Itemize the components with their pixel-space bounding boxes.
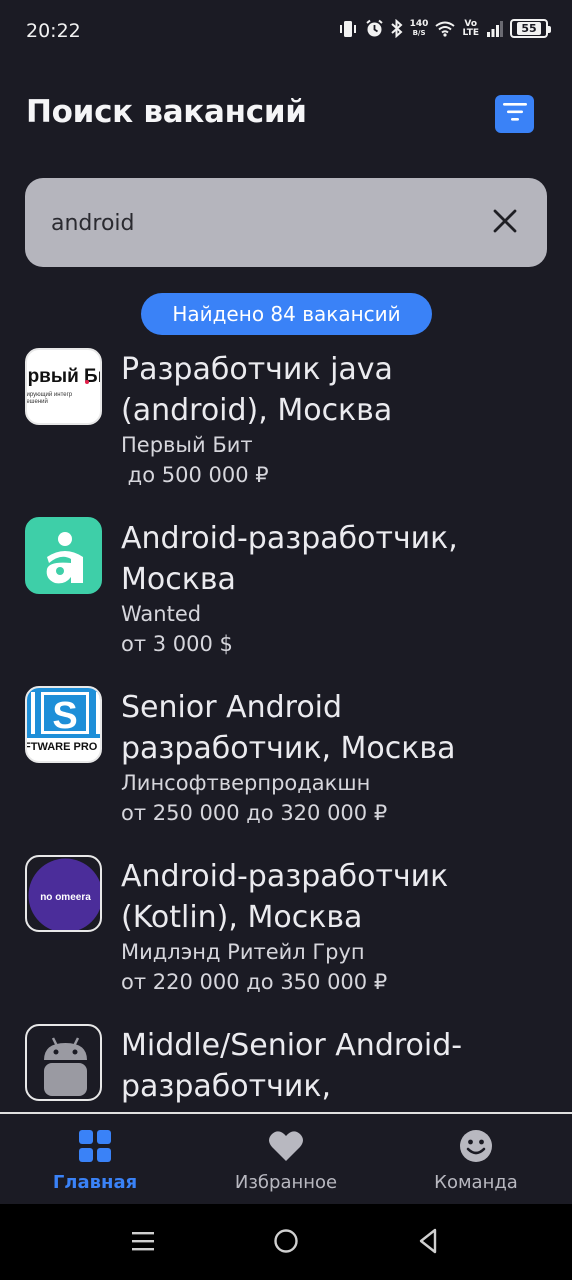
page-title: Поиск вакансий (26, 94, 307, 130)
vacancy-title: Android-разработчик, Москва (121, 521, 458, 597)
clear-search-button[interactable] (491, 209, 519, 237)
status-icons: 140 B/S Vo LTE 55 (338, 18, 551, 38)
status-time: 20:22 (26, 20, 81, 42)
net-speed-value: 140 (409, 18, 429, 29)
company-logo (25, 517, 102, 594)
vacancy-title: Разработчик java (android), Москва (121, 352, 393, 428)
recents-button[interactable] (128, 1228, 158, 1258)
vacancy-company: Мидлэнд Ритейл Груп (121, 940, 365, 964)
svg-text:FTWARE PRO: FTWARE PRO (27, 741, 98, 753)
nav-item-home[interactable]: Главная (0, 1114, 190, 1204)
vacancy-item[interactable]: ервый Би лирующий интегр решений Разрабо… (0, 340, 572, 505)
back-button[interactable] (413, 1228, 443, 1258)
alarm-icon (365, 19, 384, 38)
vacancy-title: Senior Android разработчик, Москва (121, 690, 456, 766)
grid-icon (78, 1128, 112, 1164)
status-bar: 20:22 140 B/S Vo LTE 55 (0, 0, 572, 64)
company-logo: S FTWARE PRO (25, 686, 102, 763)
linsoft-logo: S FTWARE PRO (27, 688, 100, 753)
vacancy-company: Линсофтверпродакшн (121, 771, 371, 795)
vacancy-salary: от 220 000 до 350 000 ₽ (121, 970, 388, 994)
vacancy-title: Middle/Senior Android-разработчик, (121, 1028, 463, 1104)
battery-level: 55 (517, 22, 541, 35)
bluetooth-icon (390, 19, 403, 38)
vacancy-item[interactable]: S FTWARE PRO Senior Android разработчик,… (0, 678, 572, 843)
nav-label-favorites: Избранное (234, 1172, 338, 1193)
smile-icon (459, 1128, 493, 1164)
svg-text:решений: решений (27, 398, 48, 405)
vacancy-company: Первый Бит (121, 433, 253, 457)
wanted-logo (46, 532, 83, 584)
menu-icon (131, 1230, 155, 1256)
svg-text:no omeera: no omeera (40, 892, 91, 903)
search-field (25, 178, 547, 267)
bottom-navigation: Главная Избранное Команда (0, 1112, 572, 1204)
search-input[interactable] (51, 206, 471, 240)
android-robot-logo (44, 1037, 87, 1096)
network-speed: 140 B/S (409, 18, 429, 38)
vacancy-item[interactable]: Middle/Senior Android-разработчик, (0, 1016, 572, 1112)
battery-icon: 55 (510, 19, 551, 38)
volte-indicator: Vo LTE (462, 19, 479, 38)
net-speed-unit: B/S (412, 28, 426, 37)
nav-item-team[interactable]: Команда (381, 1114, 571, 1204)
svg-text:ервый Би: ервый Би (27, 366, 102, 387)
back-triangle-icon (416, 1228, 440, 1258)
app-screen: 20:22 140 B/S Vo LTE 55 Поиск вакансий a… (0, 0, 572, 1280)
home-button[interactable] (271, 1228, 301, 1258)
heart-icon (268, 1128, 304, 1164)
nav-item-favorites[interactable]: Избранное (191, 1114, 381, 1204)
nav-label-team: Команда (434, 1172, 518, 1193)
wifi-icon (435, 21, 456, 37)
vacancy-item[interactable]: Android-разработчик, Москва Wanted от 3 … (0, 509, 572, 674)
close-icon (493, 209, 517, 237)
svg-text:лирующий интегр: лирующий интегр (27, 391, 73, 398)
filter-button[interactable] (495, 95, 534, 133)
company-logo: ервый Би лирующий интегр решений (25, 348, 102, 425)
nav-label-home: Главная (52, 1172, 138, 1193)
vacancy-salary: от 250 000 до 320 000 ₽ (121, 801, 388, 825)
results-count-badge: Найдено 84 вакансий (141, 293, 432, 335)
pervyi-bit-logo: ервый Би лирующий интегр решений (27, 366, 102, 405)
svg-text:S: S (52, 695, 77, 737)
vacancy-item[interactable]: no omeera Android-разработчик (Kotlin), … (0, 847, 572, 1012)
company-logo: no omeera (25, 855, 102, 932)
vacancy-company: Wanted (121, 602, 202, 626)
system-navigation-bar (0, 1204, 572, 1280)
vacancy-list: ервый Би лирующий интегр решений Разрабо… (0, 340, 572, 1112)
signal-icon (486, 20, 503, 37)
filter-icon (502, 101, 528, 127)
vibrate-icon (338, 20, 358, 38)
circle-icon (273, 1228, 299, 1258)
nomeera-logo: no omeera (28, 858, 100, 930)
volte-bottom: LTE (462, 27, 479, 38)
vacancy-title: Android-разработчик (Kotlin), Москва (121, 859, 449, 935)
vacancy-salary: от 3 000 $ (121, 632, 233, 656)
vacancy-salary: до 500 000 ₽ (121, 463, 269, 487)
company-logo (25, 1024, 102, 1101)
